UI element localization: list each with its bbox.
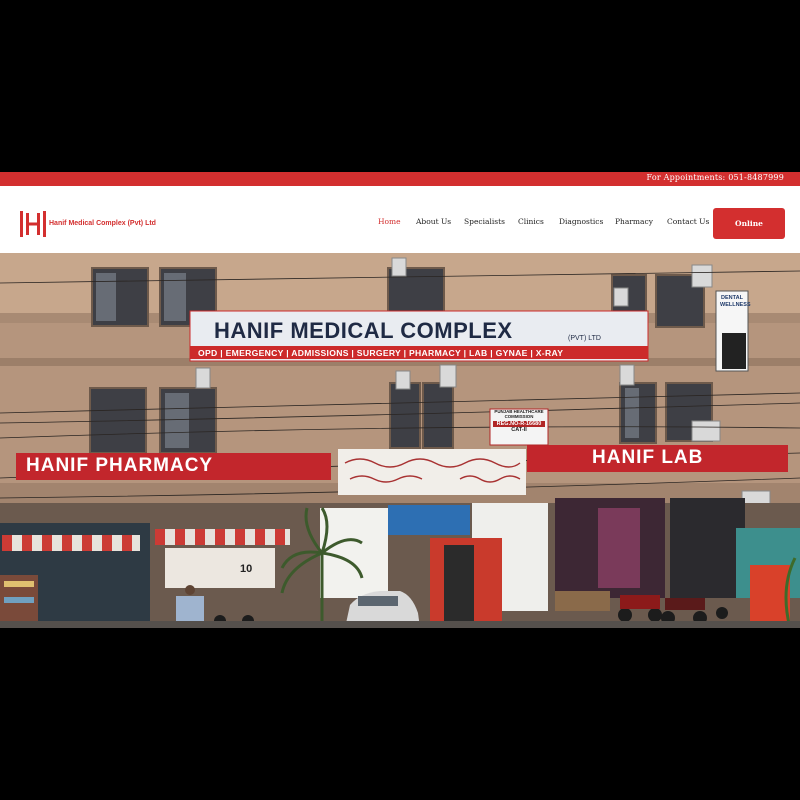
hero-photo [0,253,800,628]
header-navbar: Hanif Medical Complex (Pvt) Ltd Home Abo… [0,186,800,259]
nav-pharmacy[interactable]: Pharmacy [615,217,653,226]
hero-banner: HANIF MEDICAL COMPLEX (PVT) LTD OPD | EM… [0,253,800,628]
nav-specialists[interactable]: Specialists [464,217,505,226]
nav-clinics[interactable]: Clinics [518,217,544,226]
brand-name[interactable]: Hanif Medical Complex (Pvt) Ltd [49,220,156,227]
online-reporting-button[interactable]: Online Reporting [713,208,785,259]
shop-number: 10 [240,563,253,575]
main-building-sign: HANIF MEDICAL COMPLEX (PVT) LTD [190,311,648,346]
nav-home[interactable]: Home [378,217,401,226]
commission-cat: CAT-II [511,426,527,433]
brand-logo-icon[interactable] [20,211,46,237]
pharmacy-sign: HANIF PHARMACY [26,455,214,476]
top-info-bar: For Appointments: 051-8487999 [0,172,800,186]
commission-line-2: COMMISSION [504,413,534,419]
dental-sign: DENTAL WELLNESS [720,295,751,308]
main-sign-title: HANIF MEDICAL COMPLEX [214,318,513,343]
nav-diagnostics[interactable]: Diagnostics [559,217,603,226]
main-sign-subtitle: (PVT) LTD [568,335,601,342]
appointment-phone[interactable]: For Appointments: 051-8487999 [647,173,785,182]
nav-contact-us[interactable]: Contact Us [667,217,709,226]
commission-reg: REG.NO-R-16680 [493,420,545,427]
lab-sign: HANIF LAB [592,447,704,468]
nav-about-us[interactable]: About Us [416,217,451,226]
services-strip: OPD | EMERGENCY | ADMISSIONS | SURGERY |… [198,348,564,358]
letterbox-top [0,0,800,172]
healthcare-commission-plate: PUNJAB HEALTHCARE COMMISSION REG.NO-R-16… [490,409,548,445]
letterbox-bottom [0,628,800,800]
